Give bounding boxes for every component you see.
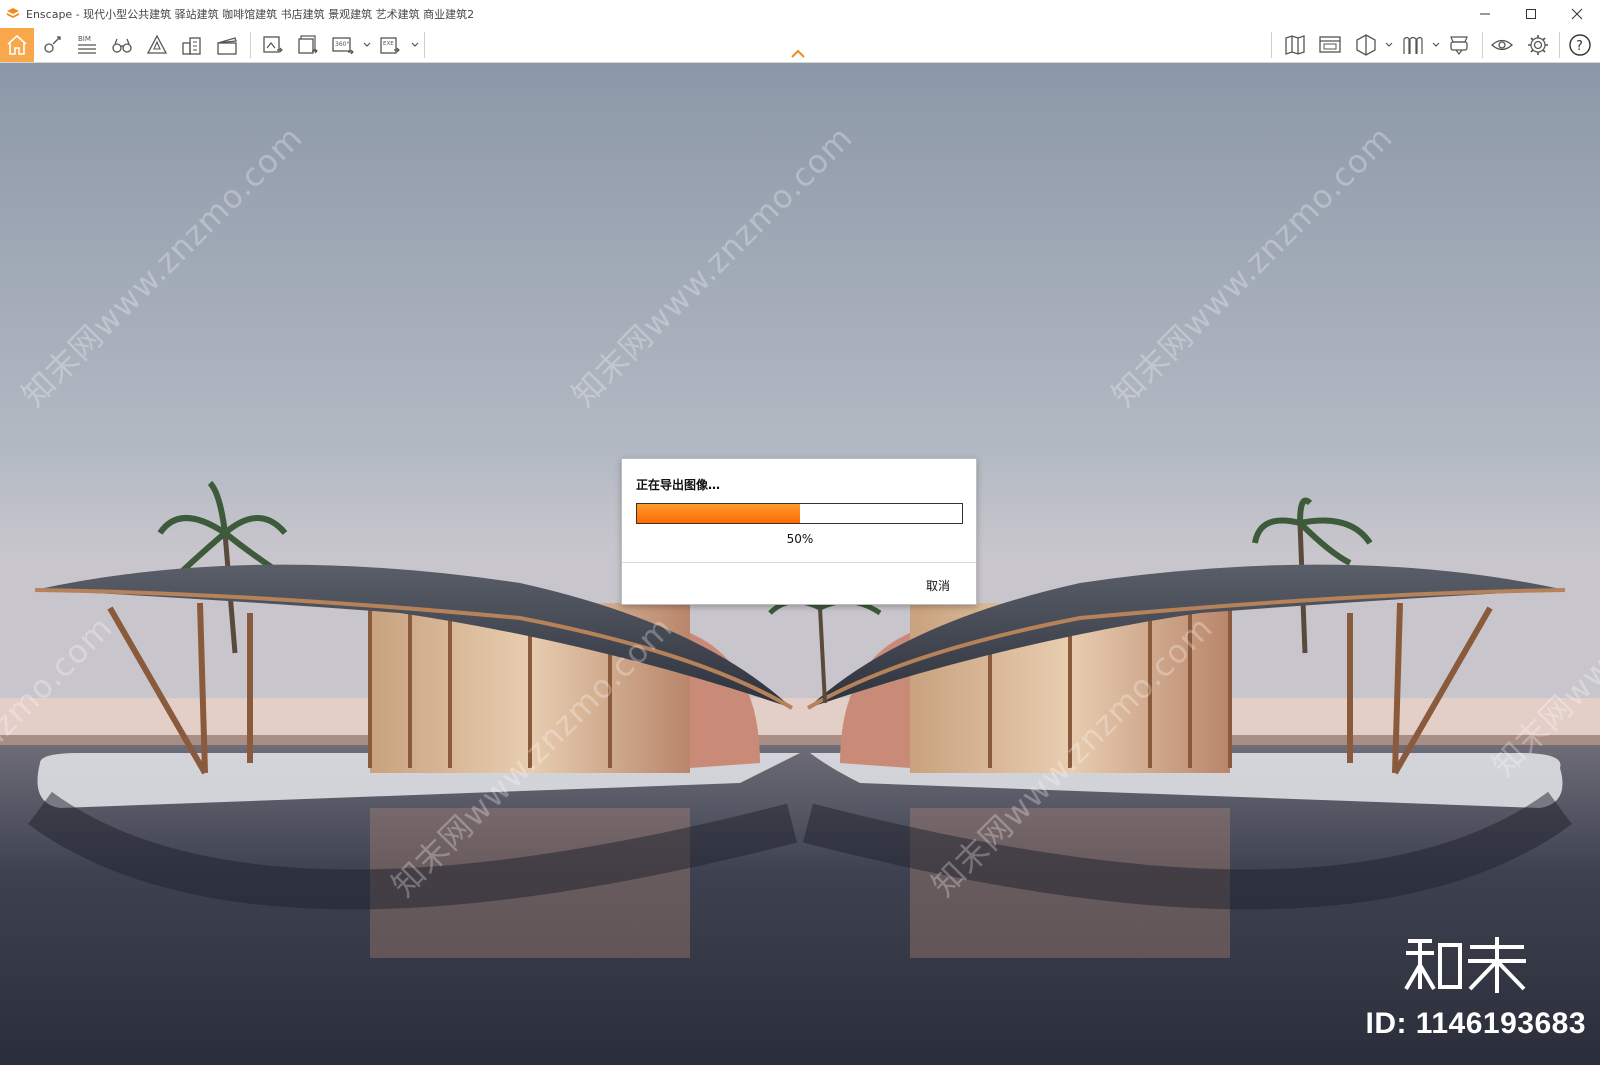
home-button[interactable] xyxy=(0,28,34,62)
bim-button[interactable]: BIM xyxy=(70,28,104,62)
buildings-button[interactable] xyxy=(175,28,209,62)
maximize-icon xyxy=(1526,9,1536,19)
screenshot-icon xyxy=(263,36,283,53)
settings-button[interactable] xyxy=(1521,28,1555,62)
close-button[interactable] xyxy=(1554,0,1600,28)
clapperboard-icon xyxy=(217,37,237,55)
znzmo-logo-icon xyxy=(1404,937,1526,993)
cube-dropdown-icon[interactable] xyxy=(1384,40,1394,50)
screenshot-button[interactable] xyxy=(256,28,290,62)
batch-render-icon xyxy=(298,35,318,54)
progress-fill xyxy=(637,504,800,523)
home-icon xyxy=(7,34,27,55)
export-progress-dialog: 正在导出图像… 50% 取消 xyxy=(621,458,977,605)
cube-button[interactable] xyxy=(1349,28,1383,62)
vr-headset-button[interactable] xyxy=(1442,28,1476,62)
web-standalone-icon xyxy=(1319,36,1341,53)
collaboration-button[interactable] xyxy=(1396,28,1430,62)
window-title: Enscape - 现代小型公共建筑 驿站建筑 咖啡馆建筑 书店建筑 景观建筑 … xyxy=(26,8,475,21)
cancel-button[interactable]: 取消 xyxy=(926,577,950,594)
panorama-360-icon: 360° xyxy=(332,37,354,55)
export-dropdown-icon[interactable] xyxy=(410,40,420,50)
vr-headset-icon xyxy=(1450,36,1468,55)
svg-text:?: ? xyxy=(1576,39,1583,54)
visual-settings-button[interactable] xyxy=(1485,28,1519,62)
svg-text:BIM: BIM xyxy=(78,35,91,43)
help-button[interactable]: ? xyxy=(1563,28,1597,62)
minimize-icon xyxy=(1480,13,1490,15)
panorama-button[interactable]: 360° xyxy=(326,28,360,62)
batch-render-button[interactable] xyxy=(291,28,325,62)
enscape-logo-icon xyxy=(7,8,19,18)
close-icon xyxy=(1571,8,1583,20)
eye-icon xyxy=(1491,39,1513,51)
collaboration-icon xyxy=(1403,36,1423,54)
export-progress-bar xyxy=(636,503,963,524)
panorama-dropdown-icon[interactable] xyxy=(362,40,372,50)
asset-library-icon xyxy=(146,34,168,54)
web-standalone-button[interactable] xyxy=(1313,28,1347,62)
toolbar-separator xyxy=(250,32,251,58)
window-controls xyxy=(1462,0,1600,28)
views-button[interactable] xyxy=(35,28,69,62)
title-bar: Enscape - 现代小型公共建筑 驿站建筑 咖啡馆建筑 书店建筑 景观建筑 … xyxy=(0,0,1600,28)
binoculars-icon xyxy=(112,38,132,53)
bim-icon: BIM xyxy=(78,35,96,54)
svg-text:360°: 360° xyxy=(335,41,349,48)
export-exe-button[interactable]: EXE xyxy=(373,28,407,62)
minimize-button[interactable] xyxy=(1462,0,1508,28)
toolbar-separator xyxy=(1271,32,1272,58)
dialog-title: 正在导出图像… xyxy=(636,478,721,492)
toolbar-separator xyxy=(1482,32,1483,58)
resource-id-label: ID: 1146193683 xyxy=(1365,1007,1586,1040)
cube-icon xyxy=(1356,34,1376,56)
binoculars-button[interactable] xyxy=(105,28,139,62)
buildings-icon xyxy=(182,37,201,55)
render-viewport[interactable]: 知末网www.znzmo.com 知末网www.znzmo.com 知末网www… xyxy=(0,63,1600,1065)
maximize-button[interactable] xyxy=(1508,0,1554,28)
progress-percent-label: 50% xyxy=(786,532,814,546)
svg-text:EXE: EXE xyxy=(383,41,394,47)
map-button[interactable] xyxy=(1278,28,1312,62)
settings-gear-icon xyxy=(1528,35,1548,55)
help-icon: ? xyxy=(1569,34,1591,56)
toolbar-separator xyxy=(1559,32,1560,58)
dialog-divider xyxy=(622,562,976,563)
map-icon xyxy=(1285,35,1305,55)
video-editor-button[interactable] xyxy=(210,28,244,62)
pin-views-icon xyxy=(44,36,61,53)
collaboration-dropdown-icon[interactable] xyxy=(1431,40,1441,50)
export-exe-icon: EXE xyxy=(380,37,400,54)
toolbar-separator xyxy=(424,32,425,58)
collapse-toolbar-icon[interactable] xyxy=(790,48,806,60)
asset-library-button[interactable] xyxy=(140,28,174,62)
